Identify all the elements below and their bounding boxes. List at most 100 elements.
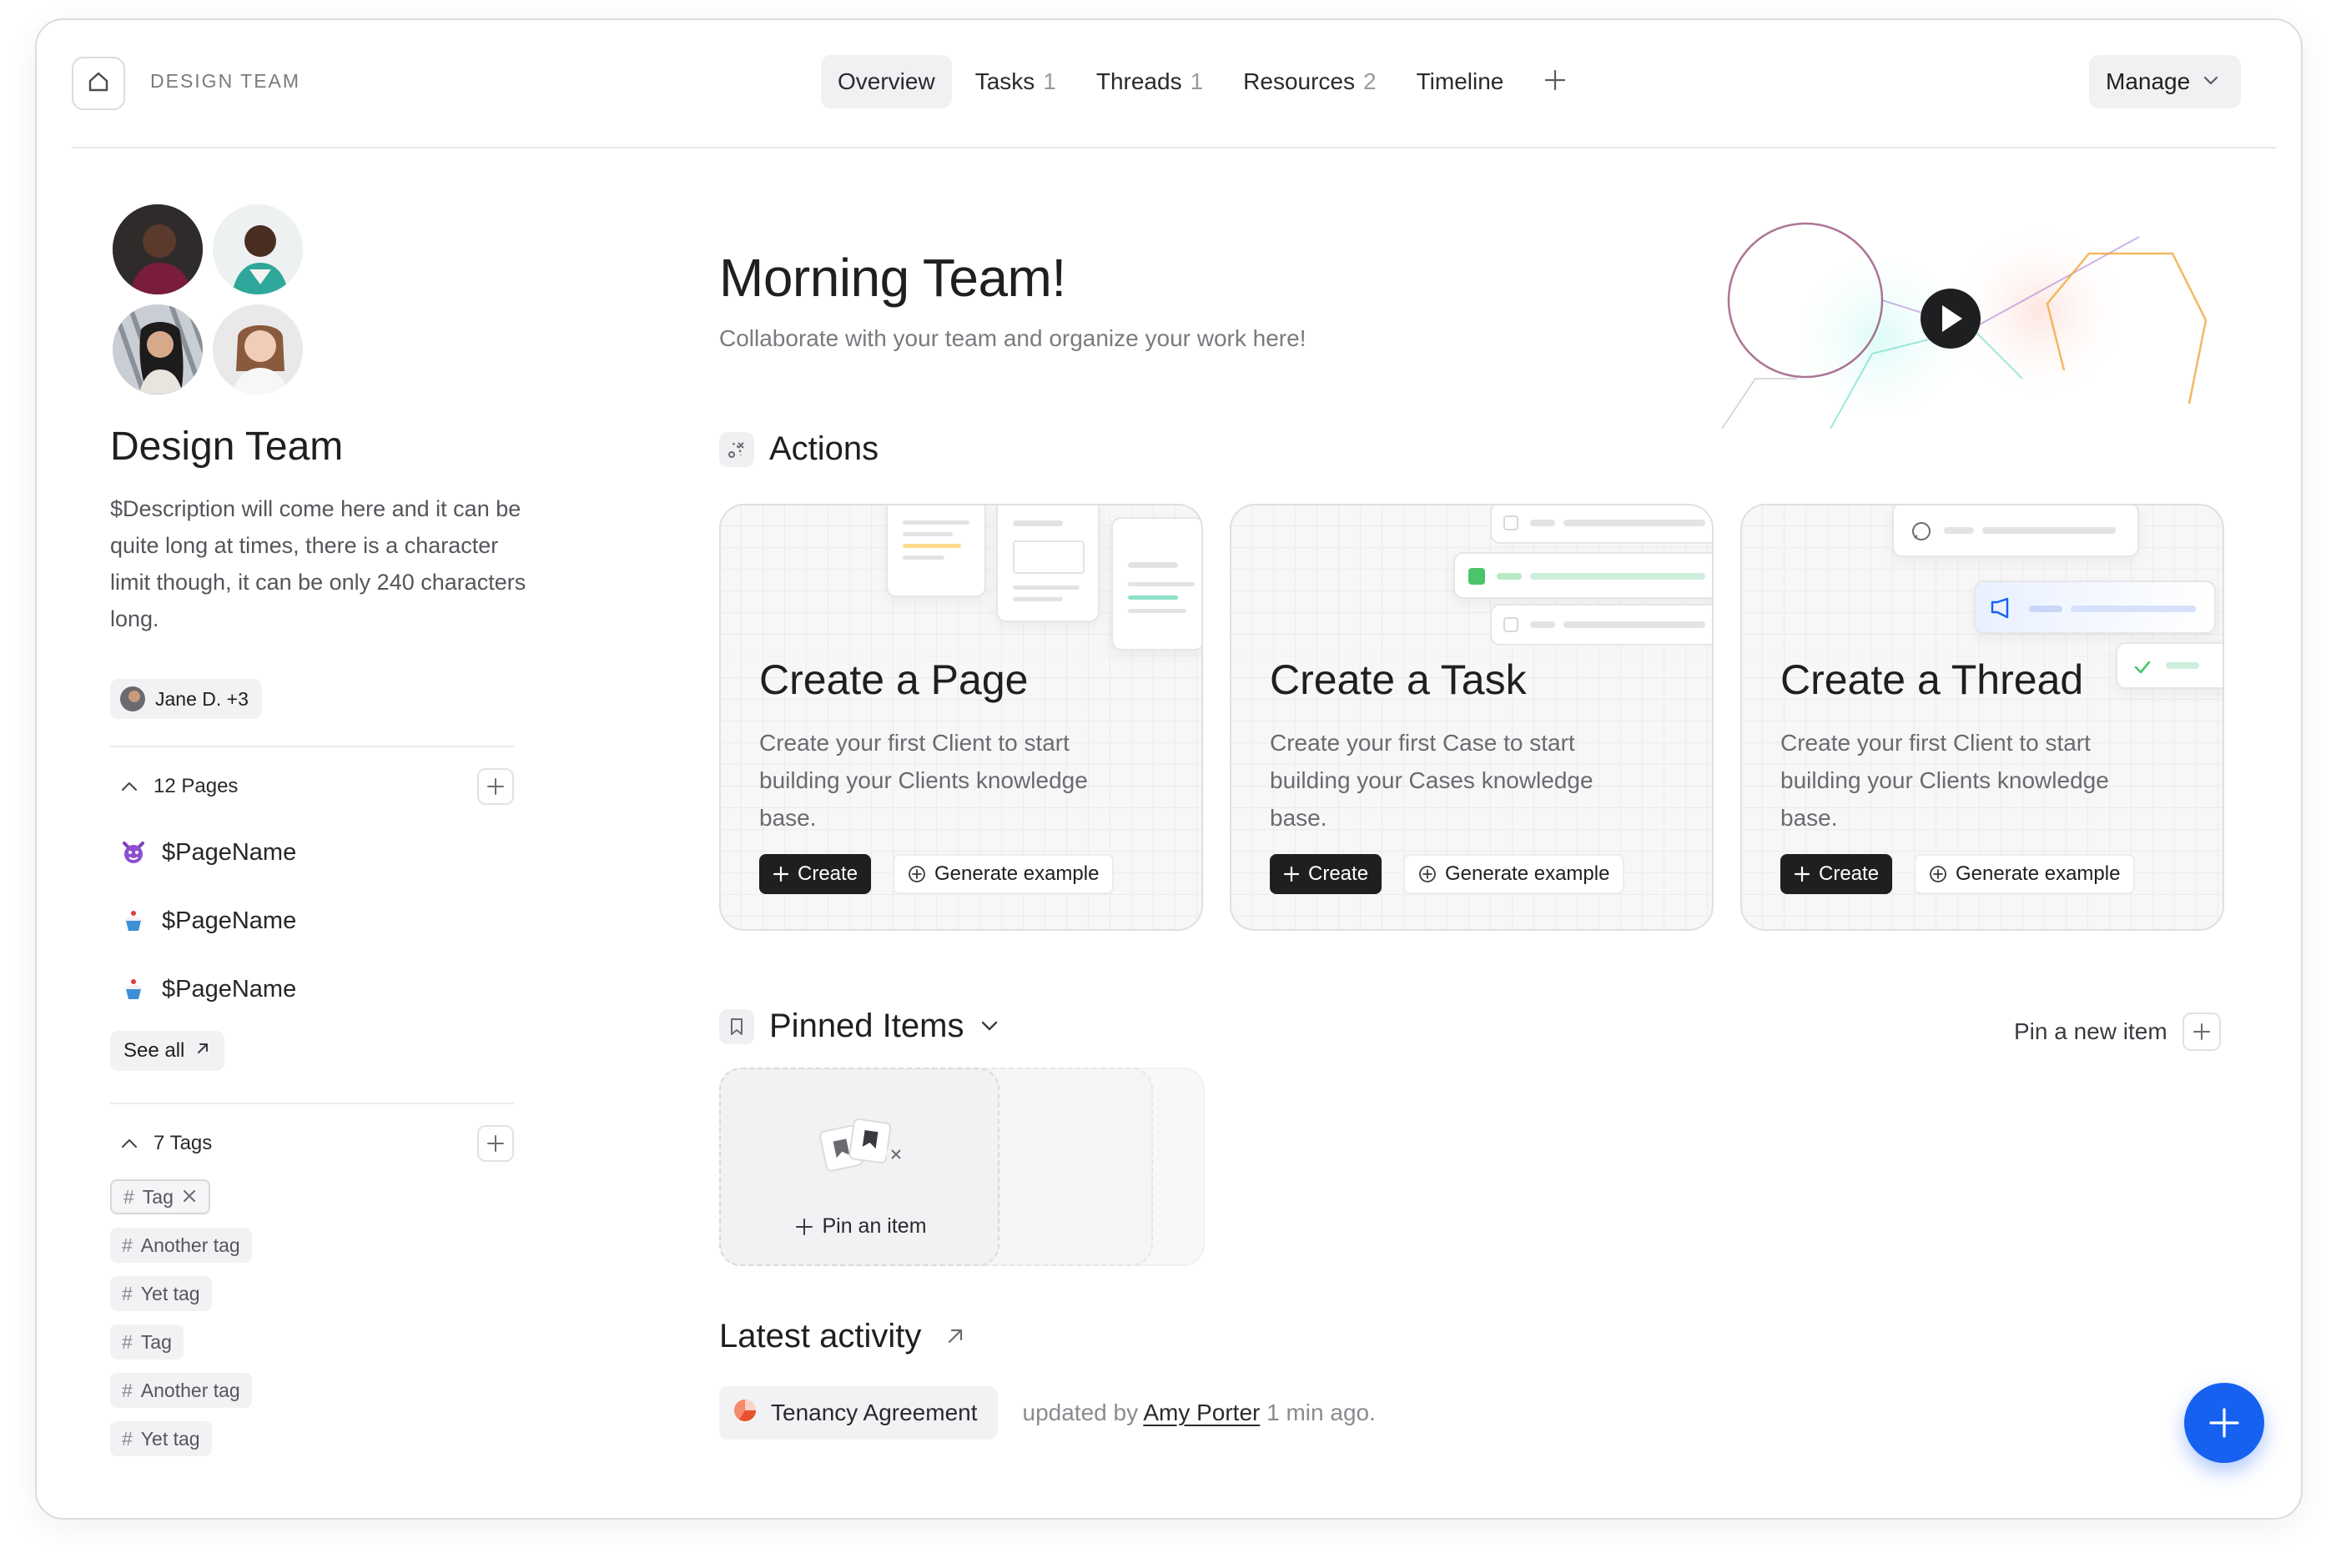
hash-icon: # (122, 1330, 133, 1353)
avatar[interactable] (210, 302, 305, 397)
hash-icon: # (122, 1234, 133, 1256)
page-item[interactable]: $PageName (120, 827, 296, 877)
create-task-card[interactable]: Create a Task Create your first Case to … (1230, 504, 1714, 931)
thread-reply-preview (2116, 642, 2223, 689)
create-page-button[interactable]: Create (759, 854, 872, 894)
team-description: $Description will come here and it can b… (110, 496, 526, 631)
manage-dropdown[interactable]: Manage (2089, 55, 2241, 108)
hash-icon: # (123, 1185, 134, 1208)
tag-label: Another tag (140, 1234, 240, 1256)
avatar[interactable] (110, 202, 205, 297)
plus-icon (2182, 1013, 2221, 1051)
updated-by-label: updated by (1022, 1400, 1139, 1425)
plus-icon (773, 866, 789, 882)
tag-label: Yet tag (140, 1282, 200, 1304)
plus-circle-icon (1419, 866, 1436, 882)
see-all-pages-link[interactable]: See all (110, 1031, 225, 1071)
home-button[interactable] (72, 57, 125, 110)
card-title: Create a Thread (1780, 656, 2084, 703)
create-task-button[interactable]: Create (1270, 854, 1382, 894)
plus-icon (796, 1218, 813, 1235)
thread-message-preview (1974, 580, 2216, 634)
tag-chip[interactable]: # Tag (110, 1179, 210, 1214)
tag-label: Yet tag (140, 1427, 200, 1450)
tab-bar: Overview Tasks 1 Threads 1 Resources 2 T… (821, 55, 1578, 108)
hash-icon: # (122, 1379, 133, 1401)
home-icon (86, 69, 111, 98)
tab-label: Tasks (974, 68, 1035, 94)
create-label: Create (1819, 862, 1880, 885)
floating-add-button[interactable] (2184, 1383, 2264, 1463)
avatar[interactable] (110, 302, 205, 397)
plus-icon (1543, 68, 1567, 96)
pin-an-item-button[interactable]: Pin an item (721, 1214, 1001, 1239)
pinned-items-header[interactable]: Pinned Items (719, 1008, 1000, 1045)
create-page-card[interactable]: Create a Page Create your first Client t… (719, 504, 1203, 931)
activity-row: Tenancy Agreement updated by Amy Porter … (719, 1386, 1376, 1440)
tab-overview[interactable]: Overview (821, 55, 952, 108)
pages-section-header[interactable]: 12 Pages (110, 766, 514, 807)
pie-chart-icon (733, 1398, 758, 1429)
actions-header: Actions (719, 430, 879, 468)
chevron-up-icon (117, 774, 142, 799)
avatar (120, 686, 145, 711)
page-item[interactable]: $PageName (120, 964, 296, 1014)
add-page-button[interactable] (477, 768, 514, 805)
generate-example-button[interactable]: Generate example (1403, 854, 1625, 894)
tab-tasks[interactable]: Tasks 1 (959, 55, 1073, 108)
chat-bubble-icon (1912, 522, 1931, 540)
plus-circle-icon (1930, 866, 1946, 882)
tab-resources[interactable]: Resources 2 (1226, 55, 1392, 108)
tab-timeline[interactable]: Timeline (1400, 55, 1521, 108)
members-chip[interactable]: Jane D. +3 (110, 679, 262, 719)
arrow-up-right-icon (194, 1039, 211, 1063)
team-title: Design Team (110, 425, 344, 469)
arrow-up-right-icon (944, 1318, 966, 1355)
create-thread-button[interactable]: Create (1780, 854, 1893, 894)
tab-label: Resources (1243, 68, 1355, 94)
tag-chip[interactable]: # Yet tag (110, 1276, 212, 1311)
latest-activity-header[interactable]: Latest activity (719, 1318, 966, 1355)
activity-document-chip[interactable]: Tenancy Agreement (719, 1386, 998, 1440)
top-bar: DESIGN TEAM Overview Tasks 1 Threads 1 R… (37, 20, 2301, 148)
avatar[interactable] (210, 202, 305, 297)
actions-title: Actions (769, 430, 879, 467)
tab-label: Overview (838, 68, 935, 94)
page-label: $PageName (162, 975, 297, 1003)
greeting-title: Morning Team! (719, 248, 1066, 308)
divider (110, 746, 514, 747)
tag-chip[interactable]: # Yet tag (110, 1421, 212, 1456)
plus-icon (1794, 866, 1810, 882)
task-row-preview (1453, 552, 1712, 599)
tag-chip[interactable]: # Tag (110, 1324, 184, 1359)
megaphone-icon (1991, 597, 2009, 619)
close-icon[interactable] (182, 1186, 197, 1209)
pinned-items-area: Pin an item (719, 1068, 1205, 1266)
cupcake-emoji-icon (120, 907, 147, 934)
tag-chip[interactable]: # Another tag (110, 1373, 252, 1408)
cupcake-emoji-icon (120, 976, 147, 1003)
pin-an-item-card[interactable]: Pin an item (719, 1068, 999, 1266)
hero-video[interactable] (1672, 187, 2239, 437)
devil-emoji-icon (120, 839, 147, 866)
add-tab-button[interactable] (1532, 58, 1578, 105)
tab-count: 2 (1363, 68, 1377, 94)
hash-icon: # (122, 1427, 133, 1450)
task-row-preview (1490, 604, 1712, 646)
greeting-subtitle: Collaborate with your team and organize … (719, 325, 1306, 351)
chevron-down-icon (2202, 68, 2220, 95)
page-item[interactable]: $PageName (120, 896, 296, 946)
user-link[interactable]: Amy Porter (1143, 1400, 1260, 1425)
plus-icon (487, 1135, 504, 1152)
page-table-preview (996, 505, 1100, 622)
generate-example-button[interactable]: Generate example (893, 854, 1115, 894)
header-divider (72, 147, 2276, 148)
pin-new-item-link[interactable]: Pin a new item (2014, 1013, 2221, 1051)
create-thread-card[interactable]: Create a Thread Create your first Client… (1740, 504, 2224, 931)
add-tag-button[interactable] (477, 1125, 514, 1162)
generate-example-button[interactable]: Generate example (1914, 854, 2136, 894)
plus-icon (2209, 1408, 2239, 1438)
tags-section-header[interactable]: 7 Tags (110, 1123, 514, 1164)
tag-chip[interactable]: # Another tag (110, 1228, 252, 1263)
tab-threads[interactable]: Threads 1 (1080, 55, 1220, 108)
